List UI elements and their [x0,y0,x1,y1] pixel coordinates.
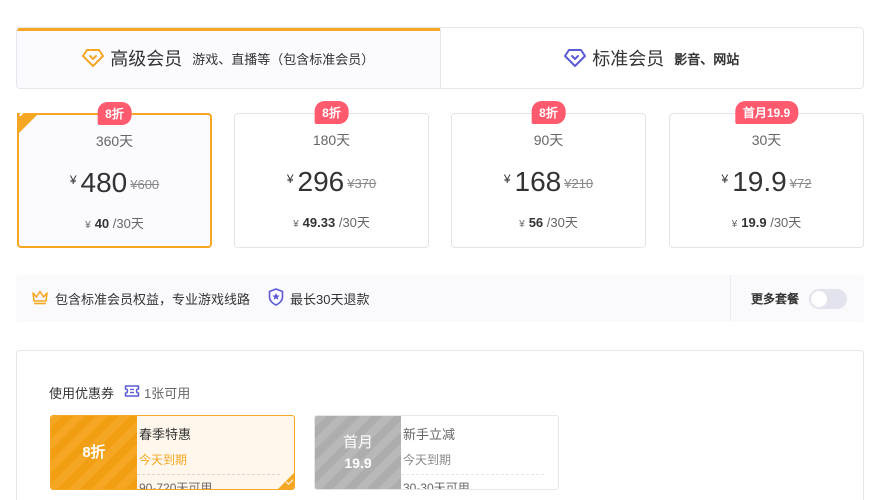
more-plans-toggle[interactable] [809,288,848,309]
plan-per-month: ¥56 /30天 [452,212,645,231]
currency-symbol: ¥ [286,172,294,186]
plan-price-row: ¥296 ¥370 [235,166,428,198]
per-value: 19.9 [741,215,767,230]
benefit-text: 包含标准会员权益，专业游戏线路 [55,292,251,307]
per-currency: ¥ [731,219,738,230]
tab-standard[interactable]: 标准会员 影音、网站 [441,28,864,88]
tab-premium-subtitle: 游戏、直播等（包含标准会员） [192,51,375,67]
plan-original-price: ¥72 [790,176,812,191]
more-plans-label: 更多套餐 [751,292,800,306]
plan-per-month: ¥40 /30天 [19,213,210,232]
discount-badge: 8折 [97,102,132,125]
plan-price: 19.9 [732,166,787,197]
more-plans: 更多套餐 [730,275,864,322]
benefit-text: 最长30天退款 [290,292,370,307]
plan-duration: 90天 [533,132,564,148]
plan-duration: 180天 [312,132,351,148]
plan-card-180[interactable]: 8折 180天 ¥296 ¥370 ¥49.33 /30天 [234,101,429,248]
original-value: 210 [571,176,594,191]
tab-premium[interactable]: 高级会员 游戏、直播等（包含标准会员） [17,28,441,88]
original-currency: ¥ [789,176,797,191]
per-unit: /30天 [770,215,802,230]
original-value: 72 [796,176,812,191]
plan-card-90[interactable]: 8折 90天 ¥168 ¥210 ¥56 /30天 [451,101,646,248]
currency-symbol: ¥ [503,172,511,186]
coupon-available-count: 1张可用 [144,386,191,401]
currency-symbol: ¥ [69,173,77,187]
per-unit: /30天 [546,215,578,230]
original-value: 370 [354,176,377,191]
plan-per-month: ¥49.33 /30天 [235,212,428,231]
benefits-bar: 包含标准会员权益，专业游戏线路 最长30天退款 更多套餐 [16,275,864,322]
coupon-tag-line1: 首月 [342,433,373,451]
coupon-tag-line1: 8折 [82,443,106,461]
coupon-tag: 8折 [51,416,137,489]
coupon-name: 春季特惠 [139,427,192,442]
plan-duration: 360天 [95,133,134,149]
per-value: 56 [528,215,544,230]
check-icon [277,472,294,489]
per-currency: ¥ [85,220,91,231]
benefit-item: 最长30天退款 [268,288,369,309]
coupon-tag: 首月 19.9 [315,416,401,489]
coupon-tag-line2: 19.9 [344,454,372,471]
tab-standard-title: 标准会员 [592,49,665,69]
per-value: 40 [94,216,110,231]
per-currency: ¥ [519,219,525,230]
plan-price-row: ¥19.9 ¥72 [670,166,863,198]
plan-original-price: ¥600 [130,177,159,192]
plan-price-row: ¥480 ¥600 [19,167,210,199]
plan-price: 168 [514,166,562,197]
tab-standard-subtitle: 影音、网站 [674,51,740,67]
shield-star-icon [268,288,290,309]
per-unit: /30天 [112,216,144,231]
discount-badge: 8折 [314,101,349,124]
coupon-name: 新手立减 [403,427,456,442]
plan-per-month: ¥19.9 /30天 [670,212,863,231]
coupon-info: 新手立减 今天到期 30-30天可用 [401,416,558,489]
plan-price-row: ¥168 ¥210 [452,166,645,198]
diamond-purple-icon [564,48,587,68]
coupon-header: 使用优惠券 1张可用 [49,383,190,402]
original-value: 600 [137,177,160,192]
coupon-info: 春季特惠 今天到期 90-720天可用 [137,416,294,489]
plan-card-360[interactable]: 8折 360天 ¥480 ¥600 ¥40 /30天 [17,102,212,248]
diamond-gold-icon [82,48,105,68]
plan-price: 480 [80,167,128,198]
discount-badge: 8折 [531,101,566,124]
tab-premium-title: 高级会员 [110,49,183,69]
per-currency: ¥ [293,219,299,230]
plan-original-price: ¥370 [347,176,376,191]
coupon-card[interactable]: 8折 春季特惠 今天到期 90-720天可用 [50,415,295,490]
per-value: 49.33 [302,215,336,230]
plan-card-30[interactable]: 首月19.9 30天 ¥19.9 ¥72 ¥19.9 /30天 [669,101,864,248]
coupon-card[interactable]: 首月 19.9 新手立减 今天到期 30-30天可用 [314,415,559,490]
toggle-knob [811,290,828,307]
membership-tabs: 高级会员 游戏、直播等（包含标准会员） 标准会员 影音、网站 [16,27,864,89]
coupon-expiry: 今天到期 [401,451,544,475]
coupon-expiry: 今天到期 [137,451,280,475]
coupon-range: 90-720天可用 [139,481,213,490]
per-unit: /30天 [338,215,370,230]
plan-original-price: ¥210 [564,176,593,191]
plan-duration: 30天 [751,132,782,148]
coupon-title: 使用优惠券 [49,386,115,401]
discount-badge: 首月19.9 [734,101,799,124]
coupon-range: 30-30天可用 [403,481,470,490]
crown-icon [31,289,55,308]
ticket-icon [114,384,144,401]
currency-symbol: ¥ [721,172,729,186]
coupon-panel: 使用优惠券 1张可用 8折 春季特惠 今天到期 90-720天可用 首月 19.… [16,350,864,500]
plan-price: 296 [297,166,345,197]
benefit-item: 包含标准会员权益，专业游戏线路 [31,289,250,308]
